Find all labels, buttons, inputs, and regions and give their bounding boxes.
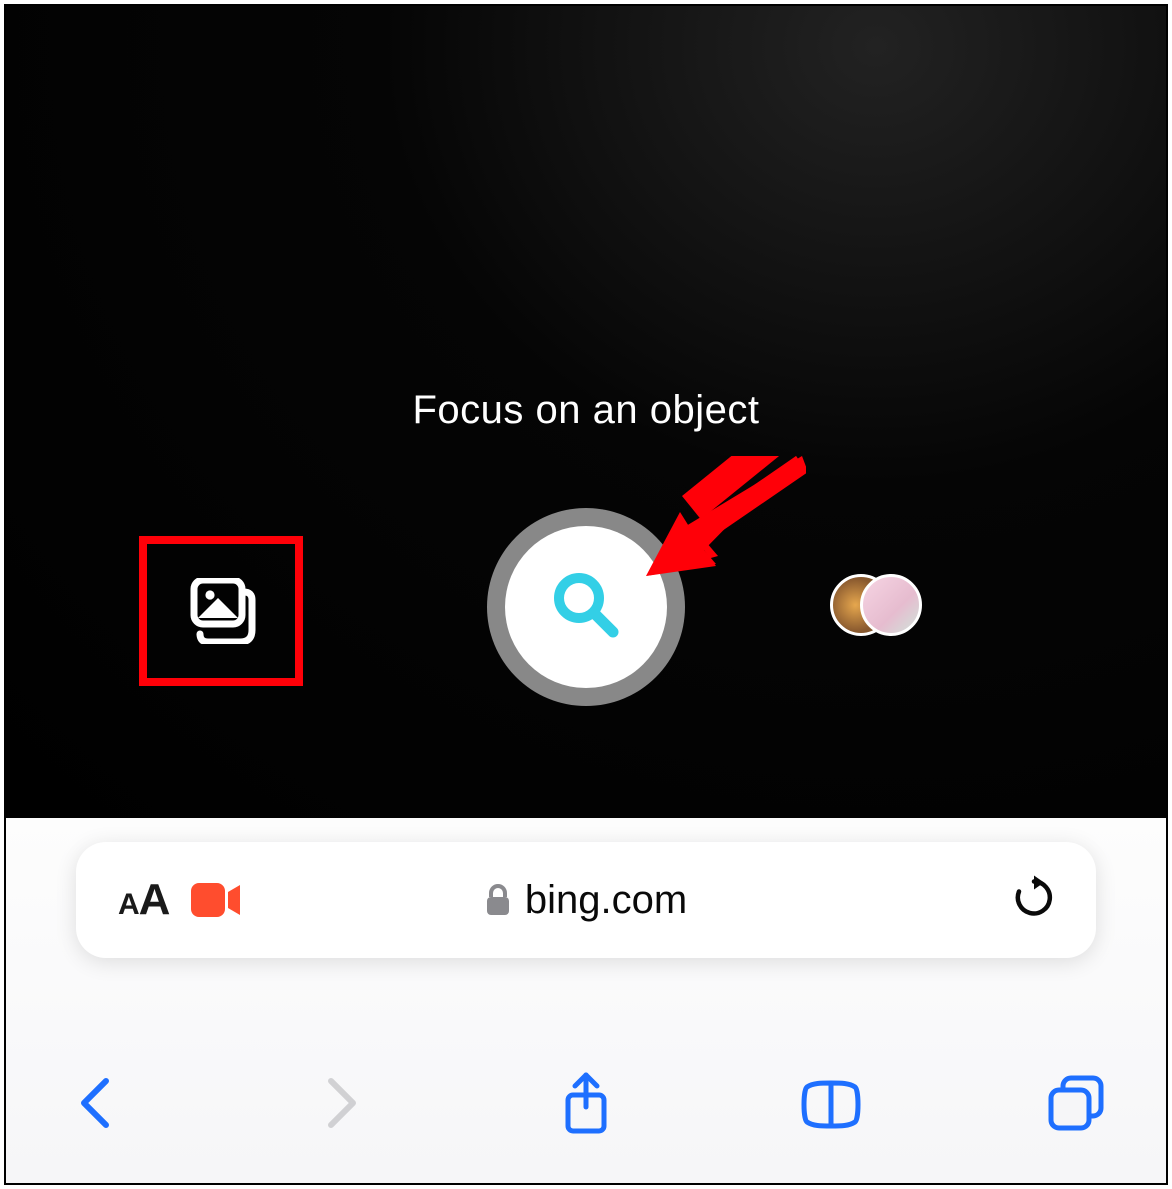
search-icon — [549, 568, 623, 647]
recent-thumbnail-2 — [860, 574, 922, 636]
share-button[interactable] — [554, 1071, 618, 1135]
recent-search-thumbnails[interactable] — [830, 574, 922, 636]
lock-icon — [485, 883, 511, 917]
visual-search-button[interactable] — [487, 508, 685, 706]
aa-big: A — [139, 875, 169, 925]
forward-button — [309, 1071, 373, 1135]
camera-viewport: Focus on an object — [6, 6, 1166, 818]
camera-hint-label: Focus on an object — [6, 388, 1166, 433]
bookmarks-button[interactable] — [799, 1071, 863, 1135]
back-button[interactable] — [64, 1071, 128, 1135]
gallery-icon[interactable] — [186, 578, 256, 644]
safari-bottom-toolbar — [6, 1063, 1166, 1143]
tabs-button[interactable] — [1044, 1071, 1108, 1135]
aa-small: A — [118, 888, 138, 922]
text-size-button[interactable]: A A — [118, 875, 168, 925]
address-bar[interactable]: A A bing.com — [76, 842, 1096, 958]
visual-search-button-inner — [505, 526, 667, 688]
url-text: bing.com — [525, 878, 687, 923]
reload-button[interactable] — [1012, 876, 1056, 925]
annotation-highlight-box — [139, 536, 303, 686]
safari-chrome: A A bing.com — [6, 818, 1166, 1183]
screen-recording-icon — [190, 880, 242, 920]
